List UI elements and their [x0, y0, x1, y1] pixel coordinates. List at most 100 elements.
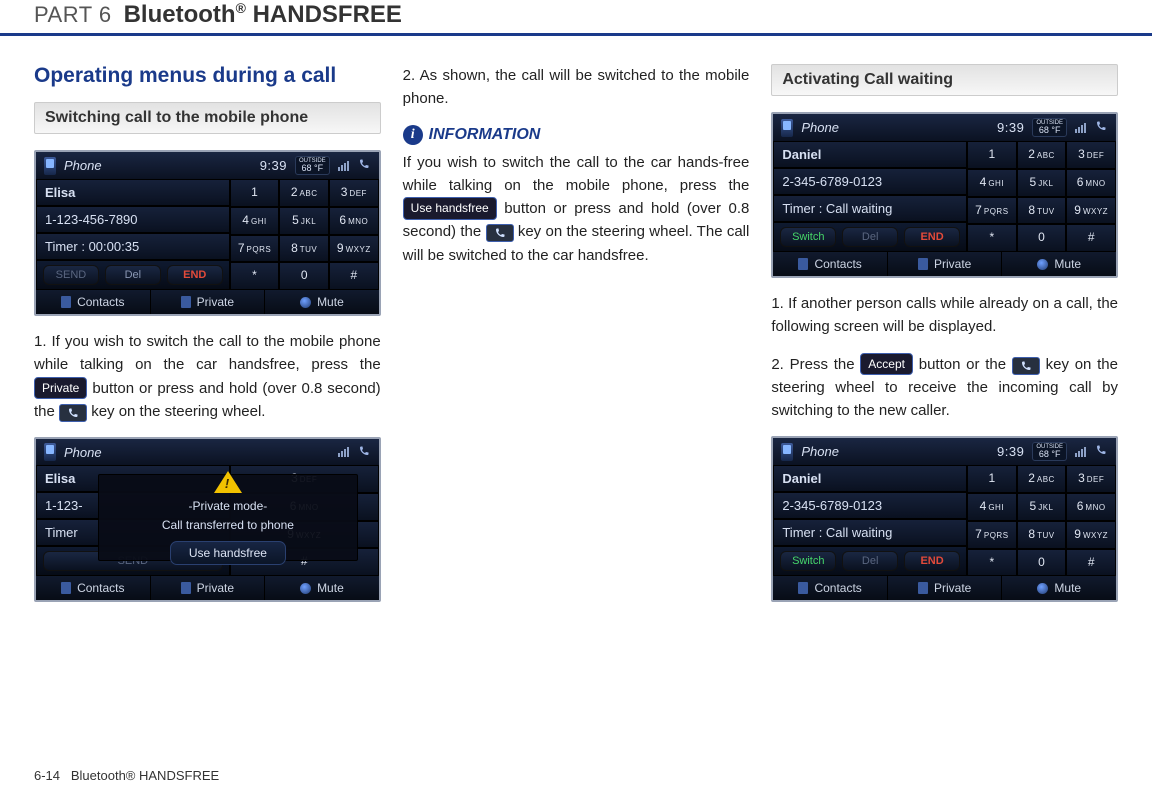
- keypad-key-7[interactable]: 7PQRS: [230, 235, 280, 263]
- private-tab[interactable]: Private: [887, 252, 1002, 276]
- keypad-key-9[interactable]: 9WXYZ: [1066, 521, 1116, 549]
- keypad-key-5[interactable]: 5JKL: [1017, 169, 1067, 197]
- status-bar: Phone 9:39 OUTSIDE 68 °F: [36, 152, 379, 179]
- mute-tab[interactable]: Mute: [1001, 576, 1116, 600]
- keypad-key-2[interactable]: 2ABC: [1017, 141, 1067, 169]
- handset-icon: [1094, 120, 1108, 135]
- phone-icon: [781, 119, 793, 137]
- phone-icon: [781, 443, 793, 461]
- keypad-key-2[interactable]: 2ABC: [1017, 465, 1067, 493]
- keypad-key-6[interactable]: 6MNO: [1066, 493, 1116, 521]
- keypad-key-4[interactable]: 4GHI: [967, 493, 1017, 521]
- call-key-icon: [59, 404, 87, 422]
- private-icon: [181, 296, 191, 308]
- contacts-tab[interactable]: Contacts: [36, 576, 150, 600]
- mute-tab[interactable]: Mute: [264, 290, 379, 314]
- warning-icon: [214, 471, 242, 493]
- private-chip: Private: [34, 377, 87, 400]
- switch-button[interactable]: Switch: [780, 227, 836, 247]
- del-button[interactable]: Del: [842, 227, 898, 247]
- keypad-key-5[interactable]: 5JKL: [279, 207, 329, 235]
- keypad-key-7[interactable]: 7PQRS: [967, 521, 1017, 549]
- keypad-key-#[interactable]: #: [1066, 224, 1116, 252]
- bottom-tabs: Contacts Private Mute: [36, 576, 379, 600]
- keypad: 12ABC3DEF 4GHI5JKL6MNO 7PQRS8TUV9WXYZ *0#: [230, 179, 379, 290]
- keypad-key-*[interactable]: *: [967, 549, 1017, 577]
- del-button[interactable]: Del: [842, 551, 898, 571]
- keypad-key-8[interactable]: 8TUV: [1017, 521, 1067, 549]
- keypad-key-0[interactable]: 0: [279, 262, 329, 290]
- handset-icon: [357, 158, 371, 173]
- switch-button[interactable]: Switch: [780, 551, 836, 571]
- contacts-tab[interactable]: Contacts: [36, 290, 150, 314]
- info-label: INFORMATION: [429, 126, 541, 144]
- keypad-key-*[interactable]: *: [230, 262, 280, 290]
- header-title-suffix: HANDSFREE: [246, 1, 402, 28]
- private-tab[interactable]: Private: [150, 290, 265, 314]
- send-button[interactable]: SEND: [43, 265, 99, 285]
- phone-icon: [44, 157, 56, 175]
- keypad-key-8[interactable]: 8TUV: [1017, 197, 1067, 225]
- caller-name: Elisa: [36, 179, 230, 206]
- footer-label: Bluetooth® HANDSFREE: [71, 768, 219, 783]
- keypad-key-0[interactable]: 0: [1017, 224, 1067, 252]
- page-header: PART 6 Bluetooth® HANDSFREE: [0, 0, 1152, 36]
- use-handsfree-button[interactable]: Use handsfree: [170, 541, 286, 565]
- keypad-key-#[interactable]: #: [1066, 549, 1116, 577]
- keypad-key-3[interactable]: 3DEF: [1066, 465, 1116, 493]
- keypad-key-6[interactable]: 6MNO: [1066, 169, 1116, 197]
- end-button[interactable]: END: [904, 227, 960, 247]
- keypad-key-1[interactable]: 1: [967, 141, 1017, 169]
- call-actions: Switch Del END: [773, 546, 967, 576]
- bottom-tabs: Contacts Private Mute: [773, 576, 1116, 600]
- caller-number: 2-345-6789-0123: [773, 492, 967, 519]
- outside-temp: OUTSIDE 68 °F: [295, 156, 330, 175]
- keypad-key-4[interactable]: 4GHI: [230, 207, 280, 235]
- contacts-icon: [798, 258, 808, 270]
- keypad-key-0[interactable]: 0: [1017, 549, 1067, 577]
- step-2-text: 2. As shown, the call will be switched t…: [403, 64, 750, 111]
- accept-chip: Accept: [860, 353, 913, 376]
- use-handsfree-chip: Use handsfree: [403, 197, 497, 220]
- private-icon: [181, 582, 191, 594]
- keypad-key-2[interactable]: 2ABC: [279, 179, 329, 207]
- clock: 9:39: [997, 444, 1024, 459]
- end-button[interactable]: END: [167, 265, 223, 285]
- keypad-key-4[interactable]: 4GHI: [967, 169, 1017, 197]
- keypad-key-1[interactable]: 1: [967, 465, 1017, 493]
- contacts-tab[interactable]: Contacts: [773, 252, 887, 276]
- keypad-key-3[interactable]: 3DEF: [329, 179, 379, 207]
- keypad-key-9[interactable]: 9WXYZ: [329, 235, 379, 263]
- contacts-icon: [798, 582, 808, 594]
- keypad-key-9[interactable]: 9WXYZ: [1066, 197, 1116, 225]
- mute-tab[interactable]: Mute: [1001, 252, 1116, 276]
- keypad-key-*[interactable]: *: [967, 224, 1017, 252]
- private-tab[interactable]: Private: [150, 576, 265, 600]
- header-title: Bluetooth® HANDSFREE: [124, 0, 402, 29]
- private-icon: [918, 258, 928, 270]
- keypad-key-6[interactable]: 6MNO: [329, 207, 379, 235]
- keypad: 12ABC3DEF 4GHI5JKL6MNO 7PQRS8TUV9WXYZ *0#: [967, 141, 1116, 252]
- caller-name: Daniel: [773, 141, 967, 168]
- app-name: Phone: [64, 158, 102, 173]
- app-name: Phone: [801, 120, 839, 135]
- mute-icon: [1037, 259, 1048, 270]
- keypad-key-5[interactable]: 5JKL: [1017, 493, 1067, 521]
- contacts-tab[interactable]: Contacts: [773, 576, 887, 600]
- mute-tab[interactable]: Mute: [264, 576, 379, 600]
- keypad-key-1[interactable]: 1: [230, 179, 280, 207]
- app-name: Phone: [801, 444, 839, 459]
- private-tab[interactable]: Private: [887, 576, 1002, 600]
- keypad-key-7[interactable]: 7PQRS: [967, 197, 1017, 225]
- keypad-key-#[interactable]: #: [329, 262, 379, 290]
- contacts-icon: [61, 296, 71, 308]
- status-bar: Phone 9:39 OUTSIDE 68 °F: [773, 438, 1116, 465]
- keypad-key-3[interactable]: 3DEF: [1066, 141, 1116, 169]
- end-button[interactable]: END: [904, 551, 960, 571]
- registered-mark: ®: [236, 0, 246, 16]
- column-3: Activating Call waiting Phone 9:39 OUTSI…: [771, 64, 1118, 616]
- handset-icon: [357, 445, 371, 460]
- keypad-key-8[interactable]: 8TUV: [279, 235, 329, 263]
- call-timer: Timer : 00:00:35: [36, 233, 230, 260]
- del-button[interactable]: Del: [105, 265, 161, 285]
